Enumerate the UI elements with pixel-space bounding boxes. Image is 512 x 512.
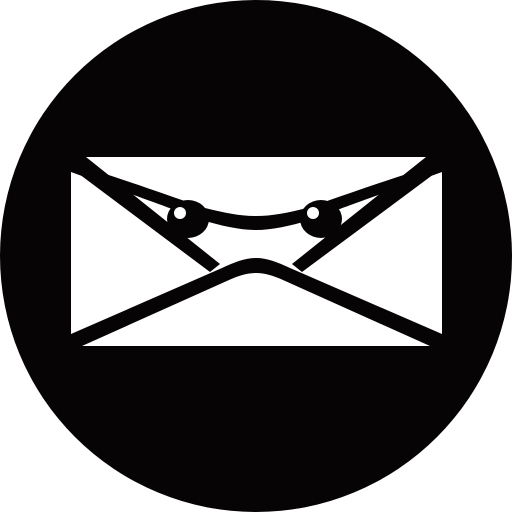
left-eye-icon (167, 200, 209, 238)
envelope-icon (71, 157, 442, 346)
ninja-mail-icon (0, 0, 512, 512)
right-eye-icon (300, 200, 342, 238)
